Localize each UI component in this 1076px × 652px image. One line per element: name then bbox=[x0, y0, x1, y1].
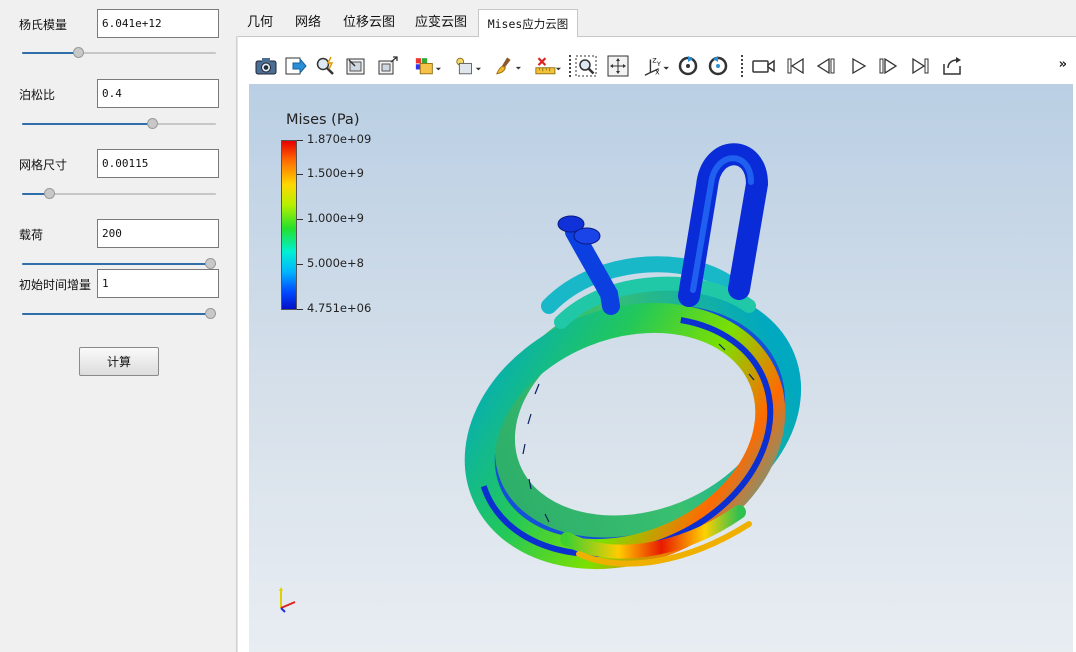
render-mode-icon[interactable] bbox=[415, 53, 441, 79]
initial-time-increment-slider[interactable] bbox=[22, 308, 216, 320]
orientation-axes-widget bbox=[279, 587, 296, 613]
legend-label-max: 1.870e+09 bbox=[307, 132, 372, 146]
slider-handle[interactable] bbox=[44, 188, 56, 199]
zoom-box-icon[interactable] bbox=[573, 53, 599, 79]
mesh-size-slider[interactable] bbox=[22, 188, 216, 200]
color-scale-bar bbox=[281, 140, 297, 310]
slider-handle[interactable] bbox=[205, 258, 216, 269]
slider-fill bbox=[22, 52, 79, 54]
parameter-panel: 杨氏模量 泊松比 网格尺寸 载荷 初始时间增量 计算 bbox=[0, 0, 236, 652]
view-toolbar: ZYX » bbox=[249, 49, 1073, 83]
legend-title: Mises (Pa) bbox=[286, 112, 360, 128]
tab-displacement-contour[interactable]: 位移云图 bbox=[334, 9, 404, 37]
slider-handle[interactable] bbox=[73, 47, 85, 58]
zoom-select-icon[interactable] bbox=[313, 53, 339, 79]
last-frame-icon[interactable] bbox=[907, 53, 933, 79]
rotate-ccw-icon[interactable] bbox=[705, 53, 731, 79]
svg-text:X: X bbox=[655, 68, 660, 76]
legend-label-min: 4.751e+06 bbox=[307, 301, 372, 315]
initial-time-increment-input[interactable] bbox=[97, 269, 219, 298]
mesh-size-label: 网格尺寸 bbox=[19, 158, 68, 172]
tab-strain-contour[interactable]: 应变云图 bbox=[406, 9, 476, 37]
load-input[interactable] bbox=[97, 219, 219, 248]
representation-icon[interactable] bbox=[455, 53, 481, 79]
tab-mesh[interactable]: 网络 bbox=[284, 9, 332, 37]
tab-geometry[interactable]: 几何 bbox=[238, 9, 282, 37]
slider-handle[interactable] bbox=[205, 308, 216, 319]
mesh-size-input[interactable] bbox=[97, 149, 219, 178]
toolbar-overflow-button[interactable]: » bbox=[1059, 57, 1067, 72]
initial-time-increment-label: 初始时间增量 bbox=[19, 278, 92, 292]
legend-label: 1.000e+9 bbox=[307, 211, 364, 225]
spring-wire-end-2 bbox=[573, 227, 601, 245]
video-camera-icon[interactable] bbox=[751, 53, 777, 79]
camera-icon[interactable] bbox=[253, 53, 279, 79]
axes-orientation-icon[interactable]: ZYX bbox=[643, 53, 669, 79]
legend-label: 5.000e+8 bbox=[307, 256, 364, 270]
legend-tick bbox=[297, 219, 303, 220]
legend-tick-max bbox=[297, 140, 303, 141]
svg-text:Y: Y bbox=[656, 60, 661, 68]
youngs-modulus-slider[interactable] bbox=[22, 47, 216, 59]
first-frame-icon[interactable] bbox=[783, 53, 809, 79]
calculate-button[interactable]: 计算 bbox=[79, 347, 159, 376]
next-frame-icon[interactable] bbox=[875, 53, 901, 79]
slider-handle[interactable] bbox=[146, 118, 158, 129]
youngs-modulus-label: 杨氏模量 bbox=[19, 18, 68, 32]
legend-label: 1.500e+9 bbox=[307, 166, 364, 180]
pan-icon[interactable] bbox=[605, 53, 631, 79]
legend-tick bbox=[297, 174, 303, 175]
play-icon[interactable] bbox=[845, 53, 871, 79]
legend-tick bbox=[297, 264, 303, 265]
clear-icon[interactable] bbox=[495, 53, 521, 79]
legend-tick-min bbox=[297, 309, 303, 310]
tab-mises-stress-contour[interactable]: Mises应力云图 bbox=[478, 9, 578, 37]
reset-view-icon[interactable] bbox=[343, 53, 369, 79]
rotate-cw-icon[interactable] bbox=[675, 53, 701, 79]
youngs-modulus-input[interactable] bbox=[97, 9, 219, 38]
slider-fill bbox=[22, 123, 152, 125]
poisson-ratio-input[interactable] bbox=[97, 79, 219, 108]
ruler-icon[interactable] bbox=[535, 53, 561, 79]
prev-frame-icon[interactable] bbox=[813, 53, 839, 79]
loop-icon[interactable] bbox=[939, 53, 965, 79]
spring-clamp-model bbox=[464, 143, 802, 570]
slider-fill bbox=[22, 263, 216, 265]
render-viewport[interactable]: Mises (Pa) 1.870e+09 1.500e+9 1.000e+9 5… bbox=[249, 84, 1073, 652]
export-icon[interactable] bbox=[283, 53, 309, 79]
slider-fill bbox=[22, 313, 216, 315]
poisson-ratio-slider[interactable] bbox=[22, 118, 216, 130]
fit-view-icon[interactable] bbox=[375, 53, 401, 79]
poisson-ratio-label: 泊松比 bbox=[19, 88, 56, 102]
load-label: 载荷 bbox=[19, 228, 44, 242]
